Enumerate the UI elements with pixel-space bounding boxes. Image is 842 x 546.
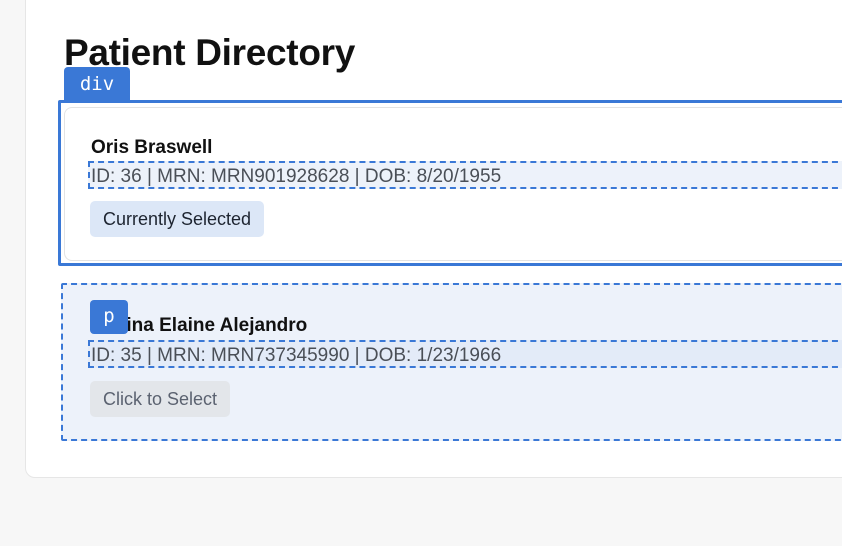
patient-card-selected[interactable]: Oris Braswell ID: 36 | MRN: MRN901928628…	[64, 107, 842, 261]
patient-meta: ID: 36 | MRN: MRN901928628 | DOB: 8/20/1…	[88, 161, 842, 189]
patient-name: Oris Braswell	[91, 137, 213, 158]
select-patient-button[interactable]: Click to Select	[90, 381, 231, 417]
patient-meta: ID: 35 | MRN: MRN737345990 | DOB: 1/23/1…	[88, 340, 842, 368]
patient-card[interactable]: rina Elaine Alejandro ID: 35 | MRN: MRN7…	[61, 283, 842, 441]
patient-name: rina Elaine Alejandro	[119, 315, 308, 336]
inspector-hover-tag: p	[90, 300, 128, 334]
currently-selected-badge[interactable]: Currently Selected	[90, 201, 265, 237]
inspector-element-tag: div	[64, 67, 130, 101]
